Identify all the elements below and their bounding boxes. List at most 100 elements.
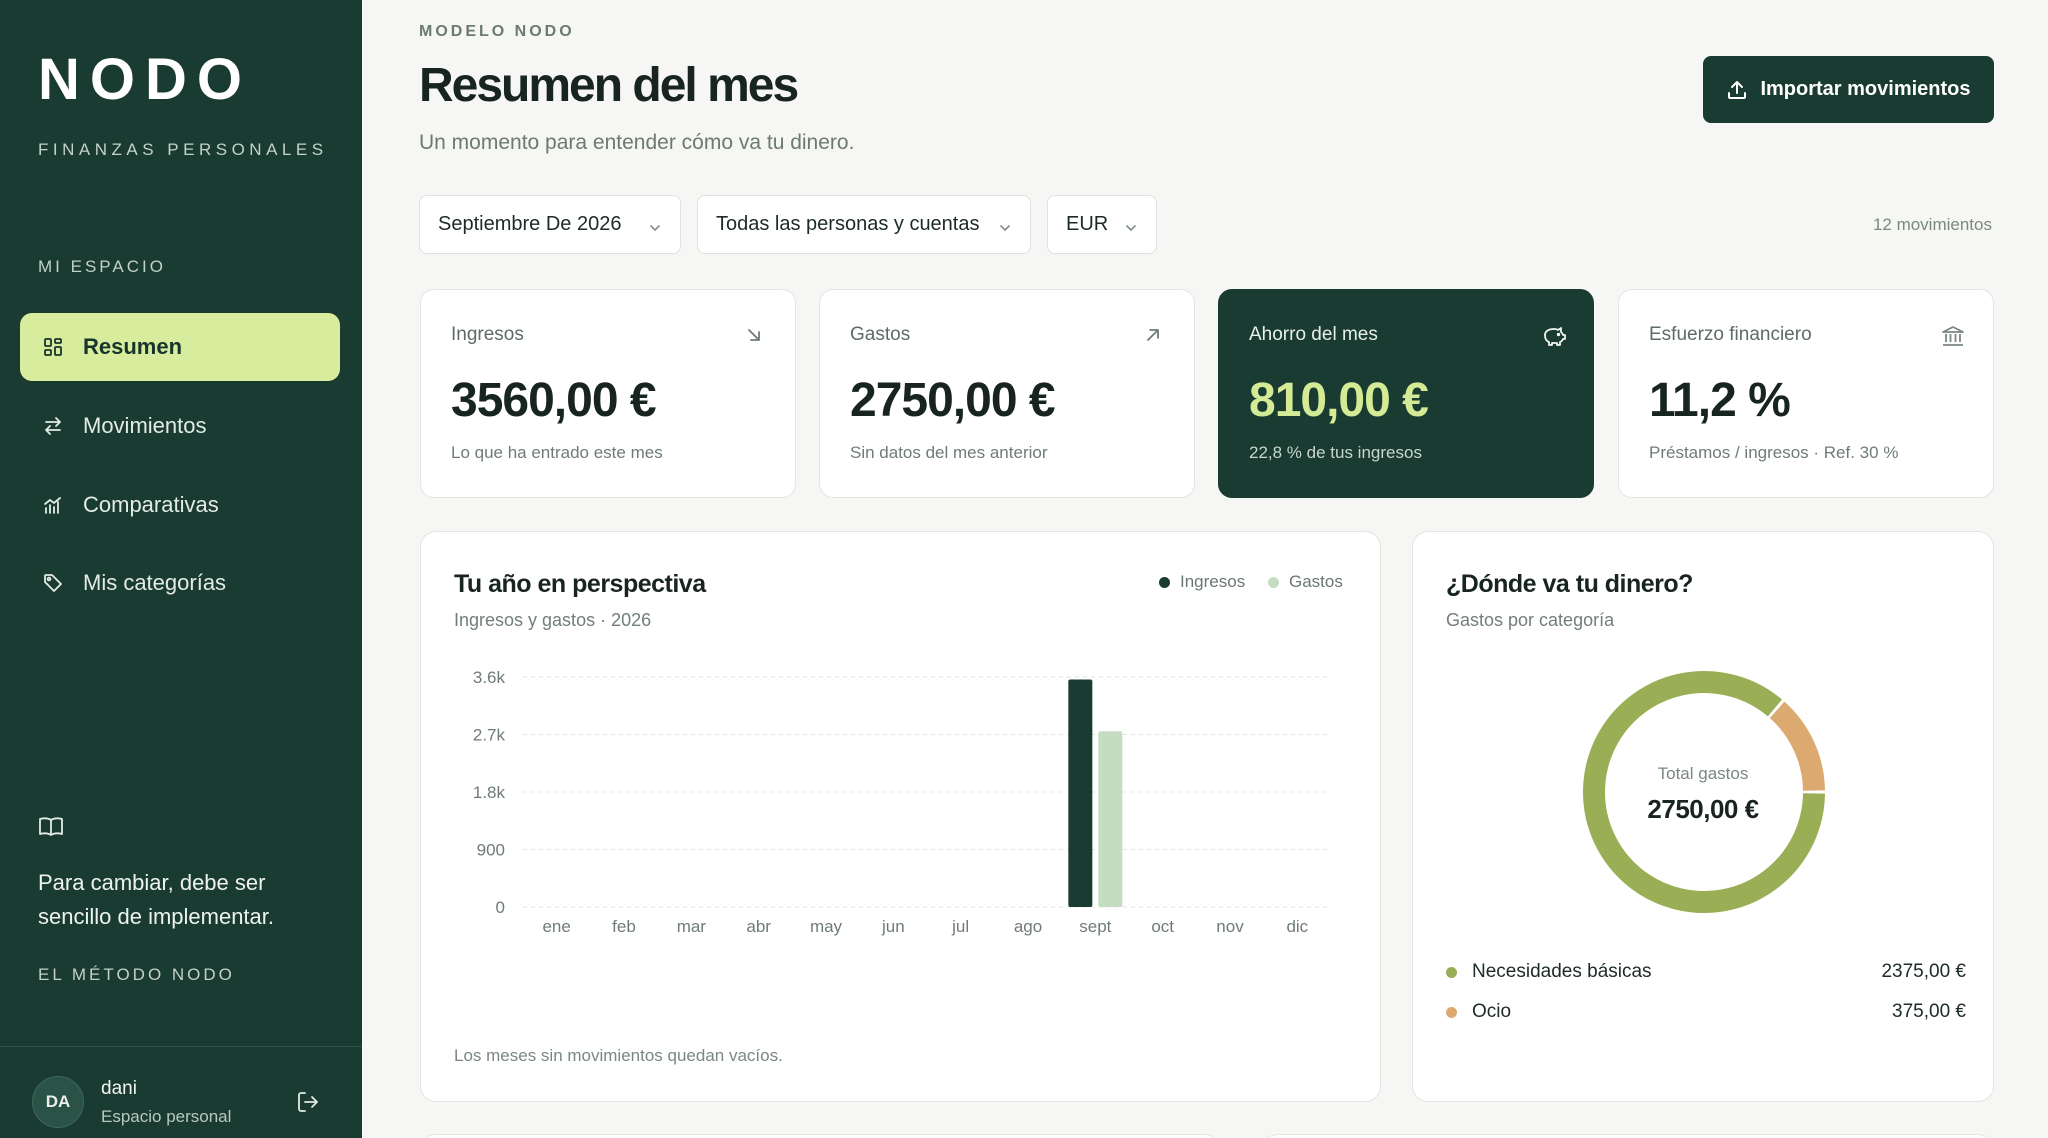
category-row[interactable]: Necesidades básicas 2375,00 € (1446, 957, 1966, 987)
bottom-card-right (1262, 1134, 1994, 1138)
donut-center-value: 2750,00 € (1647, 794, 1759, 824)
bank-icon (1941, 324, 1964, 346)
x-tick-label: jul (951, 917, 969, 936)
kpi-card-ahorro: Ahorro del mes 810,00 € 22,8 % de tus in… (1218, 289, 1594, 498)
kpi-label: Ingresos (451, 324, 524, 345)
category-dot (1446, 966, 1457, 978)
kpi-label: Gastos (850, 324, 911, 345)
kpi-value: 810,00 € (1249, 374, 1429, 427)
card-title: ¿Dónde va tu dinero? (1446, 570, 1693, 598)
y-tick-label: 900 (477, 841, 505, 860)
piggy-bank-icon (1541, 324, 1566, 346)
brand-tagline: FINANZAS PERSONALES (38, 140, 328, 159)
kpi-note: 22,8 % de tus ingresos (1249, 443, 1422, 462)
x-tick-label: mar (677, 917, 707, 936)
x-tick-label: abr (746, 917, 771, 936)
scope-select[interactable]: Todas las personas y cuentas (697, 195, 1031, 254)
x-tick-label: oct (1151, 917, 1174, 936)
chevron-down-icon (998, 218, 1012, 241)
kpi-note: Sin datos del mes anterior (850, 443, 1048, 462)
logout-icon[interactable] (296, 1090, 320, 1119)
kpi-card-esfuerzo: Esfuerzo financiero 11,2 % Préstamos / i… (1618, 289, 1994, 498)
legend-item-gastos: Gastos (1268, 572, 1343, 592)
sidebar-item-label: Mis categorías (83, 570, 227, 595)
currency-select[interactable]: EUR (1047, 195, 1157, 254)
category-name: Ocio (1472, 1001, 1512, 1022)
user-name: dani (101, 1078, 137, 1099)
kpi-value: 3560,00 € (451, 374, 657, 427)
x-tick-label: ene (542, 917, 570, 936)
y-tick-label: 0 (496, 898, 505, 917)
legend-label: Ingresos (1180, 572, 1246, 591)
kpi-card-gastos: Gastos 2750,00 € Sin datos del mes anter… (819, 289, 1195, 498)
movements-count: 12 movimientos (1872, 215, 1992, 234)
sidebar-divider (0, 1046, 362, 1047)
category-name: Necesidades básicas (1472, 961, 1652, 982)
page-eyebrow: MODELO NODO (419, 23, 575, 40)
main-content: MODELO NODO Resumen del mes Un momento p… (362, 0, 2048, 1138)
tag-icon (42, 572, 64, 594)
bar-ingresos-sept[interactable] (1068, 679, 1093, 907)
sidebar-item-label: Resumen (83, 334, 183, 359)
x-tick-label: jun (881, 917, 905, 936)
x-tick-label: feb (612, 917, 636, 936)
avatar[interactable]: DA (32, 1076, 84, 1128)
y-tick-label: 1.8k (473, 783, 506, 802)
sidebar-item-label: Movimientos (83, 413, 207, 438)
kpi-value: 11,2 % (1649, 374, 1791, 427)
sidebar-item-label: Comparativas (83, 492, 219, 517)
chart-footnote: Los meses sin movimientos quedan vacíos. (454, 1046, 783, 1065)
arrow-down-right-icon (743, 324, 765, 346)
card-subtitle: Gastos por categoría (1446, 610, 1615, 630)
x-tick-label: dic (1286, 917, 1308, 936)
year-bar-chart: 0 900 1.8k 2.7k 3.6k ene feb mar abr may jun jul ago… (473, 668, 1331, 936)
x-tick-label: ago (1014, 917, 1042, 936)
legend-dot (1159, 576, 1170, 588)
kpi-card-ingresos: Ingresos 3560,00 € Lo que ha entrado est… (420, 289, 796, 498)
brand-logo[interactable]: NODO (38, 46, 252, 113)
card-subtitle: Ingresos y gastos · 2026 (454, 610, 652, 630)
kpi-note: Préstamos / ingresos · Ref. 30 % (1649, 443, 1899, 462)
legend-label: Gastos (1289, 572, 1343, 591)
category-dot (1446, 1006, 1457, 1018)
sidebar-item-movimientos[interactable]: Movimientos (20, 392, 340, 460)
year-perspective-card: Tu año en perspectiva Ingresos y gastos … (420, 531, 1381, 1102)
x-tick-label: sept (1079, 917, 1111, 936)
scope-select-value: Todas las personas y cuentas (716, 213, 980, 235)
sidebar-section-label: MI ESPACIO (38, 257, 166, 276)
import-button-label: Importar movimientos (1760, 78, 1971, 100)
period-select-value: Septiembre De 2026 (438, 213, 622, 235)
swap-arrows-icon (42, 415, 64, 437)
method-link[interactable]: EL MÉTODO NODO (38, 965, 235, 985)
kpi-note: Lo que ha entrado este mes (451, 443, 663, 462)
sidebar-item-resumen[interactable]: Resumen (20, 313, 340, 381)
legend-item-ingresos: Ingresos (1159, 572, 1245, 592)
bottom-card-left (420, 1134, 1220, 1138)
chevron-down-icon (1124, 218, 1138, 241)
import-movements-button[interactable]: Importar movimientos (1703, 56, 1994, 123)
card-title: Tu año en perspectiva (454, 570, 706, 598)
category-amount: 375,00 € (1892, 1001, 1966, 1022)
x-tick-label: may (810, 917, 843, 936)
donut-center-label: Total gastos (1657, 764, 1749, 783)
chevron-down-icon (648, 218, 662, 241)
category-row[interactable]: Ocio 375,00 € (1446, 997, 1966, 1027)
upload-icon (1726, 79, 1748, 101)
page-subtitle: Un momento para entender cómo va tu dine… (419, 131, 855, 154)
bar-gastos-sept[interactable] (1098, 731, 1123, 907)
kpi-label: Esfuerzo financiero (1649, 324, 1812, 345)
sidebar-quote: Para cambiar, debe ser sencillo de imple… (38, 870, 275, 929)
y-tick-label: 2.7k (473, 726, 506, 745)
category-amount: 2375,00 € (1881, 961, 1966, 982)
sidebar-item-comparativas[interactable]: Comparativas (20, 471, 340, 539)
spending-categories-card: ¿Dónde va tu dinero? Gastos por categorí… (1412, 531, 1994, 1102)
arrow-up-right-icon (1142, 324, 1164, 346)
book-icon (38, 816, 64, 843)
sidebar: NODO FINANZAS PERSONALES MI ESPACIO Resu… (0, 0, 362, 1138)
x-tick-label: nov (1216, 917, 1244, 936)
period-select[interactable]: Septiembre De 2026 (419, 195, 681, 254)
bar-trend-icon (42, 494, 64, 516)
kpi-value: 2750,00 € (850, 374, 1056, 427)
sidebar-item-mis-categorias[interactable]: Mis categorías (20, 549, 340, 617)
y-tick-label: 3.6k (473, 668, 506, 687)
